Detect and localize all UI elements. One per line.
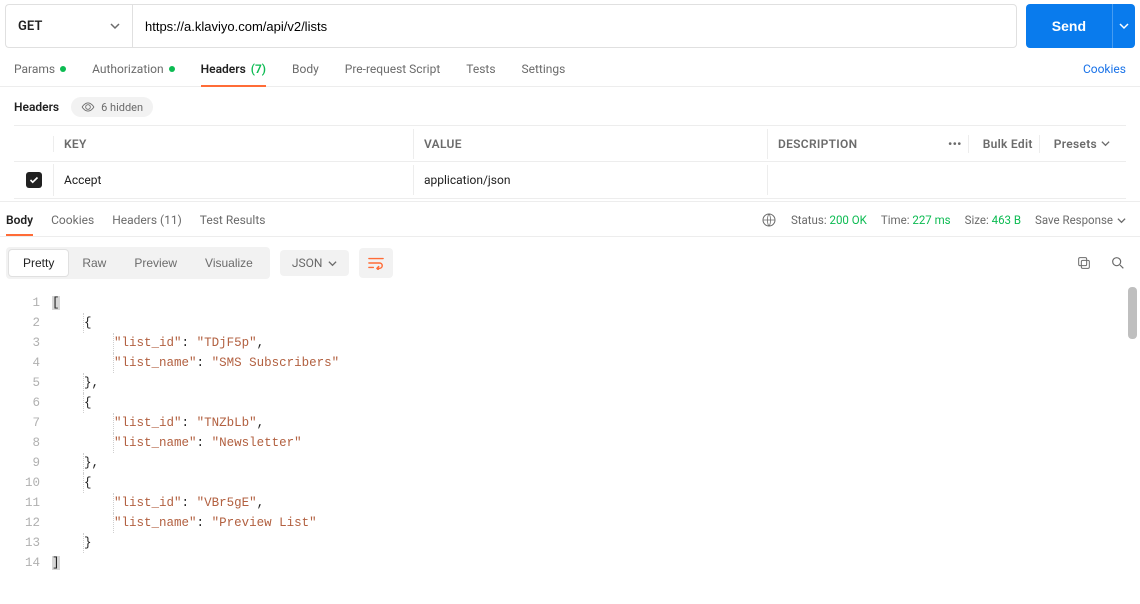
wrap-lines-button[interactable]: [359, 248, 393, 278]
col-description: DESCRIPTION ••• Bulk Edit Presets: [768, 127, 1126, 161]
status-label: Status: 200 OK: [791, 213, 867, 227]
presets-dropdown[interactable]: Presets: [1039, 135, 1116, 153]
time-value: 227 ms: [912, 213, 950, 227]
tab-headers-count: (7): [251, 62, 266, 76]
http-method-label: GET: [18, 19, 42, 34]
tab-tests[interactable]: Tests: [466, 62, 495, 86]
bulk-edit-button[interactable]: Bulk Edit: [968, 135, 1039, 153]
checkbox-checked-icon: [26, 172, 42, 188]
send-button[interactable]: Send: [1026, 4, 1112, 48]
col-description-label: DESCRIPTION: [778, 137, 857, 151]
chevron-down-icon: [1101, 139, 1110, 148]
http-method-select[interactable]: GET: [5, 4, 132, 48]
hidden-headers-toggle[interactable]: 6 hidden: [71, 97, 153, 117]
time-label: Time: 227 ms: [881, 213, 951, 227]
headers-section-label: Headers: [14, 100, 59, 114]
url-input[interactable]: [132, 4, 1017, 48]
more-options-button[interactable]: •••: [942, 135, 968, 153]
scrollbar-thumb[interactable]: [1128, 287, 1137, 339]
view-pretty-button[interactable]: Pretty: [9, 250, 68, 276]
tab-body[interactable]: Body: [292, 62, 319, 86]
headers-table-head: KEY VALUE DESCRIPTION ••• Bulk Edit Pres…: [14, 126, 1126, 162]
eye-icon: [81, 100, 95, 114]
tab-headers-label: Headers: [201, 62, 246, 76]
line-number-gutter: 1234567891011121314: [6, 287, 48, 579]
headers-table: KEY VALUE DESCRIPTION ••• Bulk Edit Pres…: [14, 125, 1126, 199]
tab-pre-request-script[interactable]: Pre-request Script: [345, 62, 440, 86]
table-row: Accept application/json: [14, 162, 1126, 198]
view-mode-segment: Pretty Raw Preview Visualize: [6, 247, 270, 279]
view-preview-button[interactable]: Preview: [120, 250, 191, 276]
size-value: 463 B: [992, 213, 1021, 227]
tab-params[interactable]: Params: [14, 62, 66, 86]
col-value: VALUE: [414, 129, 768, 159]
resp-tab-cookies[interactable]: Cookies: [51, 213, 94, 235]
tab-authorization-label: Authorization: [92, 62, 164, 76]
select-all-cell: [14, 136, 54, 152]
header-description-input[interactable]: [768, 172, 1126, 188]
response-json-content: [ { "list_id": "TDjF5p", "list_name": "S…: [48, 287, 1140, 579]
tab-settings[interactable]: Settings: [522, 62, 566, 86]
search-button[interactable]: [1110, 255, 1126, 271]
globe-icon[interactable]: [761, 212, 777, 228]
status-value: 200 OK: [829, 213, 866, 227]
hidden-headers-label: 6 hidden: [101, 101, 143, 114]
cookies-link[interactable]: Cookies: [1083, 62, 1126, 86]
chevron-down-icon: [328, 259, 337, 268]
save-response-label: Save Response: [1035, 213, 1113, 227]
view-visualize-button[interactable]: Visualize: [191, 250, 267, 276]
resp-tab-headers-count: (11): [160, 213, 182, 227]
header-value-input[interactable]: application/json: [414, 165, 768, 195]
copy-button[interactable]: [1076, 255, 1092, 271]
status-dot-icon: [60, 66, 66, 72]
resp-tab-body[interactable]: Body: [6, 213, 33, 235]
presets-label: Presets: [1054, 137, 1097, 151]
save-response-dropdown[interactable]: Save Response: [1035, 213, 1126, 227]
col-key: KEY: [54, 129, 414, 159]
view-raw-button[interactable]: Raw: [68, 250, 120, 276]
tab-authorization[interactable]: Authorization: [92, 62, 175, 86]
tab-params-label: Params: [14, 62, 55, 76]
response-body-viewer[interactable]: 1234567891011121314 [ { "list_id": "TDjF…: [0, 287, 1140, 579]
chevron-down-icon: [1117, 216, 1126, 225]
resp-tab-headers[interactable]: Headers (11): [112, 213, 182, 235]
header-key-input[interactable]: Accept: [54, 165, 414, 195]
resp-tab-test-results[interactable]: Test Results: [200, 213, 266, 235]
wrap-icon: [368, 256, 384, 270]
format-label: JSON: [292, 256, 323, 270]
format-dropdown[interactable]: JSON: [280, 250, 350, 276]
resp-tab-headers-label: Headers: [112, 213, 157, 227]
size-label: Size: 463 B: [965, 213, 1021, 227]
row-checkbox-cell[interactable]: [14, 164, 54, 196]
tab-headers[interactable]: Headers (7): [201, 62, 266, 86]
status-dot-icon: [169, 66, 175, 72]
send-dropdown-button[interactable]: [1112, 4, 1135, 48]
chevron-down-icon: [110, 21, 120, 31]
